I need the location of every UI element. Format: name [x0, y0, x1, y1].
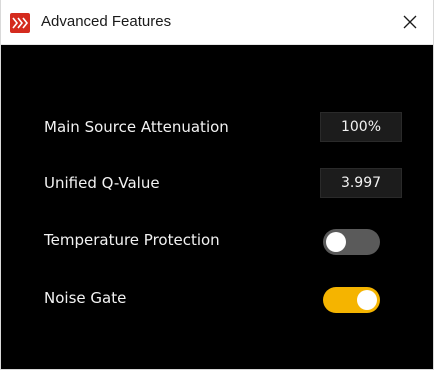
- toggle-knob: [357, 290, 377, 310]
- temperature-protection-toggle[interactable]: [323, 229, 380, 255]
- setting-row-unified-q-value: Unified Q-Value 3.997: [44, 168, 404, 198]
- setting-row-noise-gate: Noise Gate: [44, 283, 404, 313]
- close-icon: [403, 15, 417, 29]
- toggle-knob: [326, 232, 346, 252]
- temperature-protection-label: Temperature Protection: [44, 231, 220, 249]
- noise-gate-toggle[interactable]: [323, 287, 380, 313]
- main-source-attenuation-label: Main Source Attenuation: [44, 118, 229, 136]
- unified-q-value-field[interactable]: 3.997: [320, 168, 402, 198]
- title-bar: Advanced Features: [1, 0, 433, 45]
- setting-row-temperature-protection: Temperature Protection: [44, 225, 404, 255]
- window-title: Advanced Features: [41, 13, 172, 30]
- main-source-attenuation-field[interactable]: 100%: [320, 112, 402, 142]
- advanced-features-window: Advanced Features Main Source Attenuatio…: [0, 0, 434, 370]
- noise-gate-label: Noise Gate: [44, 289, 127, 307]
- close-button[interactable]: [387, 0, 433, 44]
- unified-q-value-label: Unified Q-Value: [44, 174, 160, 192]
- app-logo-icon: [10, 13, 30, 33]
- setting-row-main-source-attenuation: Main Source Attenuation 100%: [44, 112, 404, 142]
